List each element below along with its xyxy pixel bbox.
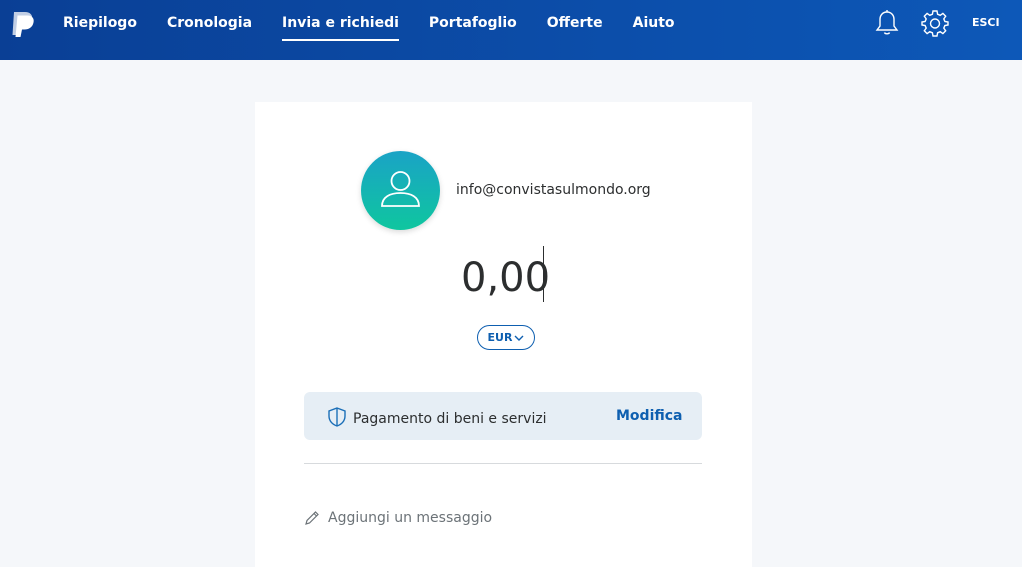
add-message-placeholder: Aggiungi un messaggio (328, 510, 493, 526)
payment-type-panel: Pagamento di beni e servizi Modifica (304, 392, 702, 440)
bell-icon[interactable] (874, 9, 900, 37)
nav-portafoglio[interactable]: Portafoglio (414, 0, 532, 60)
divider (304, 463, 702, 464)
top-navigation-bar: Riepilogo Cronologia Invia e richiedi Po… (0, 0, 1022, 60)
currency-selector[interactable]: EUR (477, 325, 535, 350)
user-icon (381, 171, 420, 207)
main-nav: Riepilogo Cronologia Invia e richiedi Po… (48, 0, 690, 60)
payment-type-label: Pagamento di beni e servizi (353, 411, 547, 427)
nav-riepilogo[interactable]: Riepilogo (48, 0, 152, 60)
send-money-card: info@convistasulmondo.org 0,00 EUR Pagam… (255, 102, 752, 567)
paypal-logo[interactable] (8, 10, 36, 38)
chevron-down-icon (514, 335, 524, 341)
avatar (361, 151, 440, 230)
amount-input[interactable]: 0,00 (461, 252, 550, 304)
logout-button[interactable]: ESCI (966, 16, 1006, 29)
nav-offerte[interactable]: Offerte (532, 0, 618, 60)
currency-code: EUR (487, 331, 513, 344)
modify-payment-type-link[interactable]: Modifica (616, 408, 683, 424)
shield-icon (328, 407, 346, 427)
nav-aiuto[interactable]: Aiuto (618, 0, 690, 60)
text-caret (543, 246, 544, 302)
nav-cronologia[interactable]: Cronologia (152, 0, 267, 60)
gear-icon[interactable] (921, 9, 949, 37)
pencil-icon (305, 511, 319, 525)
recipient-email: info@convistasulmondo.org (456, 182, 651, 198)
nav-invia-e-richiedi[interactable]: Invia e richiedi (267, 0, 414, 60)
